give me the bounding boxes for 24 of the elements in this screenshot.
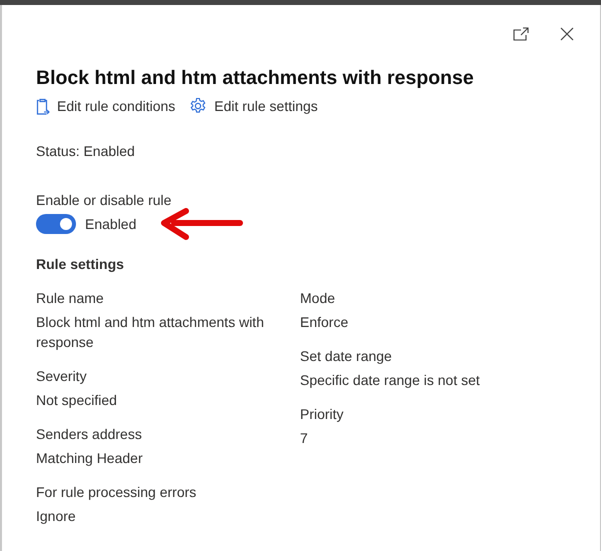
toggle-switch[interactable] <box>36 214 76 234</box>
section-title: Rule settings <box>36 255 125 274</box>
field-value: Enforce <box>300 313 350 332</box>
field-label: Severity <box>36 367 88 386</box>
field-value: Not specified <box>36 391 118 410</box>
edit-settings-link[interactable]: Edit rule settings <box>189 96 318 116</box>
field-label: Set date range <box>300 347 393 366</box>
gear-icon <box>189 97 208 115</box>
field-value: Ignore <box>36 507 77 526</box>
toggle-label: Enable or disable rule <box>36 191 172 210</box>
edit-conditions-link[interactable]: Edit rule conditions <box>36 96 176 116</box>
field-label: Mode <box>300 289 336 308</box>
field-value: Matching Header <box>36 449 144 468</box>
field-label: Rule name <box>36 289 105 308</box>
field-label: Senders address <box>36 425 143 444</box>
field-value: Block html and htm attachments with response <box>36 313 265 352</box>
toggle-state-text: Enabled <box>85 216 136 232</box>
status-text: Status: Enabled <box>36 142 136 161</box>
field-label: For rule processing errors <box>36 483 198 502</box>
field-value: 7 <box>300 429 309 448</box>
field-value: Specific date range is not set <box>300 371 481 390</box>
clipboard-icon <box>36 98 50 114</box>
panel-title: Block html and htm attachments with response <box>36 66 475 91</box>
field-label: Priority <box>300 405 345 424</box>
